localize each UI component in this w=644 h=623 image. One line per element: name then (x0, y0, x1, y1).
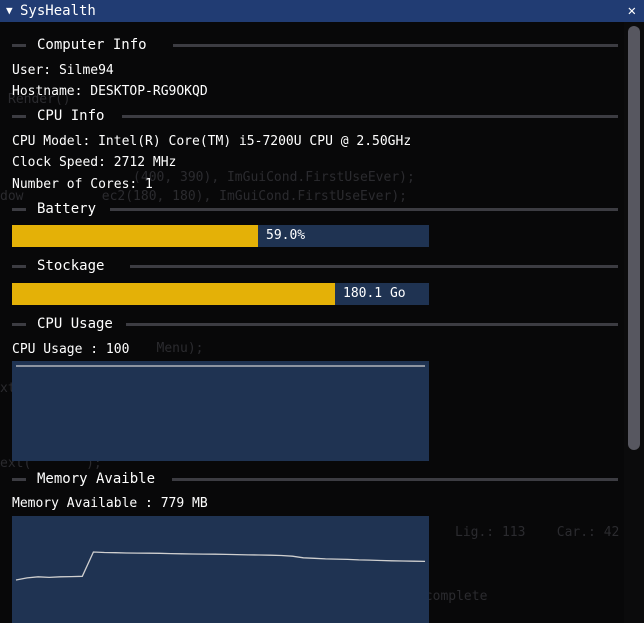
separator-cpu-info: CPU Info (12, 108, 618, 124)
cores-text: Number of Cores: 1 (12, 177, 153, 192)
hostname-text: Hostname: DESKTOP-RG9OKQD (12, 84, 208, 99)
separator-line (122, 115, 618, 118)
cpu-usage-plot (12, 361, 429, 461)
storage-progress-fill (12, 283, 335, 305)
separator-line (12, 208, 26, 211)
window-title: SysHealth (20, 3, 96, 19)
separator-computer-info: Computer Info (12, 37, 618, 53)
separator-line (12, 115, 26, 118)
separator-storage: Stockage (12, 258, 618, 274)
section-header: Battery (37, 201, 97, 217)
separator-cpu-usage: CPU Usage (12, 316, 618, 332)
cpu-model-text: CPU Model: Intel(R) Core(TM) i5-7200U CP… (12, 134, 412, 149)
triangle-down-icon[interactable]: ▼ (6, 0, 13, 22)
section-header: CPU Info (37, 108, 105, 124)
separator-line (173, 44, 618, 47)
window-content: Computer Info User: Silme94 Hostname: DE… (0, 22, 624, 623)
separator-line (172, 478, 618, 481)
user-text: User: Silme94 (12, 63, 114, 78)
separator-line (130, 265, 618, 268)
syshealth-window: Render() (400, 390), ImGuiCond.FirstUseE… (0, 0, 644, 623)
memory-plot (12, 516, 429, 623)
section-header: CPU Usage (37, 316, 113, 332)
scrollbar-thumb[interactable] (628, 26, 640, 450)
storage-progress-bar: 180.1 Go (12, 283, 429, 305)
clock-speed-text: Clock Speed: 2712 MHz (12, 155, 177, 170)
storage-progress-label: 180.1 Go (343, 286, 406, 301)
memory-plot-svg (15, 551, 426, 581)
separator-line (126, 323, 618, 326)
title-bar[interactable]: ▼ SysHealth ✕ (0, 0, 644, 22)
separator-line (110, 208, 618, 211)
separator-line (12, 478, 26, 481)
section-header: Computer Info (37, 37, 147, 53)
battery-progress-label: 59.0% (266, 228, 306, 243)
section-header: Stockage (37, 258, 105, 274)
vertical-scrollbar[interactable] (624, 22, 644, 623)
battery-progress-fill (12, 225, 258, 247)
separator-battery: Battery (12, 201, 618, 217)
cpu-usage-text: CPU Usage : 100 (12, 342, 130, 357)
memory-available-text: Memory Available : 779 MB (12, 496, 208, 511)
battery-progress-bar: 59.0% (12, 225, 429, 247)
section-header: Memory Avaible (37, 471, 156, 487)
cpu-usage-plot-svg (16, 365, 425, 367)
separator-memory: Memory Avaible (12, 471, 618, 487)
close-icon[interactable]: ✕ (628, 0, 636, 22)
memory-series-line (15, 551, 426, 581)
separator-line (12, 323, 26, 326)
separator-line (12, 44, 26, 47)
separator-line (12, 265, 26, 268)
